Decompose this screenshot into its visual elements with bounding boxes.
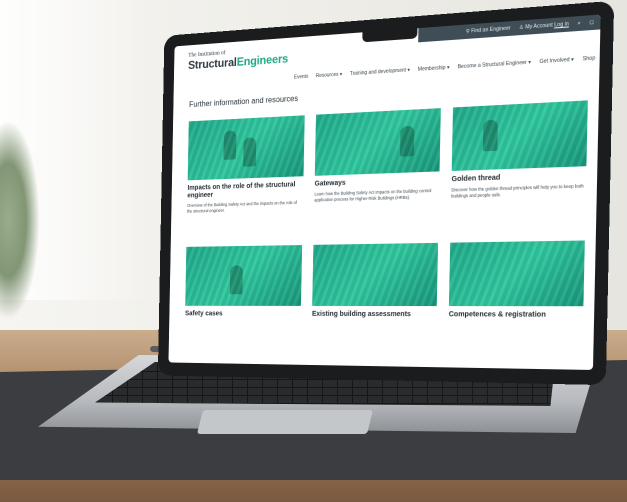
card-safety-cases[interactable]: Safety cases — [185, 245, 303, 319]
find-engineer-label: Find an Engineer — [471, 25, 511, 35]
section-title: Further information and resources — [189, 94, 299, 110]
nav-item-training[interactable]: Training and development ▾ — [350, 67, 410, 77]
nav-item-events[interactable]: Events — [294, 74, 308, 81]
card-impacts[interactable]: Impacts on the role of the structural en… — [187, 115, 305, 214]
card-image — [451, 100, 588, 171]
card-image — [185, 245, 303, 306]
card-title: Competences & registration — [448, 311, 546, 319]
nav-item-membership[interactable]: Membership ▾ — [418, 65, 450, 73]
trackpad — [197, 410, 373, 434]
card-image — [187, 115, 305, 181]
card-description: Discover how the golden thread principle… — [451, 183, 584, 199]
laptop: ⚲ Find an Engineer ♙ My Account Log in ⌕… — [0, 0, 627, 502]
card-title: Safety cases — [185, 310, 223, 318]
search-icon[interactable]: ⌕ — [577, 20, 580, 27]
card-title: Golden thread — [451, 174, 501, 184]
nav-item-resources[interactable]: Resources ▾ — [316, 72, 343, 80]
card-description: Overview of the Building Safety Act and … — [187, 200, 297, 214]
card-title: Impacts on the role of the structural en… — [187, 181, 296, 200]
card-golden-thread[interactable]: Golden thread Discover how the golden th… — [451, 100, 588, 199]
nav-item-get-involved[interactable]: Get Involved ▾ — [539, 57, 573, 66]
logo-word1: Structural — [187, 55, 237, 73]
card-title: Gateways — [314, 179, 346, 188]
nav-item-become-engineer[interactable]: Become a Structural Engineer ▾ — [458, 59, 531, 70]
laptop-lid: ⚲ Find an Engineer ♙ My Account Log in ⌕… — [157, 0, 615, 386]
laptop-screen: ⚲ Find an Engineer ♙ My Account Log in ⌕… — [168, 14, 601, 370]
card-image — [312, 242, 439, 307]
my-account-link[interactable]: ♙ My Account Log in — [519, 21, 569, 31]
card-description: Learn how the Building Safety Act impact… — [314, 188, 432, 203]
card-existing-building[interactable]: Existing building assessments — [311, 242, 439, 320]
card-gateways[interactable]: Gateways Learn how the Building Safety A… — [314, 108, 441, 203]
my-account-label: My Account — [525, 22, 553, 31]
utility-bar: ⚲ Find an Engineer ♙ My Account Log in ⌕… — [418, 14, 601, 43]
log-in-link[interactable]: Log in — [554, 21, 569, 28]
find-engineer-link[interactable]: ⚲ Find an Engineer — [466, 25, 511, 34]
card-image — [448, 240, 585, 307]
basket-icon[interactable]: ◻ — [589, 19, 594, 26]
logo-word2: Engineers — [236, 51, 289, 69]
nav-item-shop[interactable]: Shop — [582, 55, 595, 62]
card-title: Existing building assessments — [311, 310, 411, 319]
card-competences[interactable]: Competences & registration — [449, 240, 585, 320]
card-image — [314, 108, 441, 176]
